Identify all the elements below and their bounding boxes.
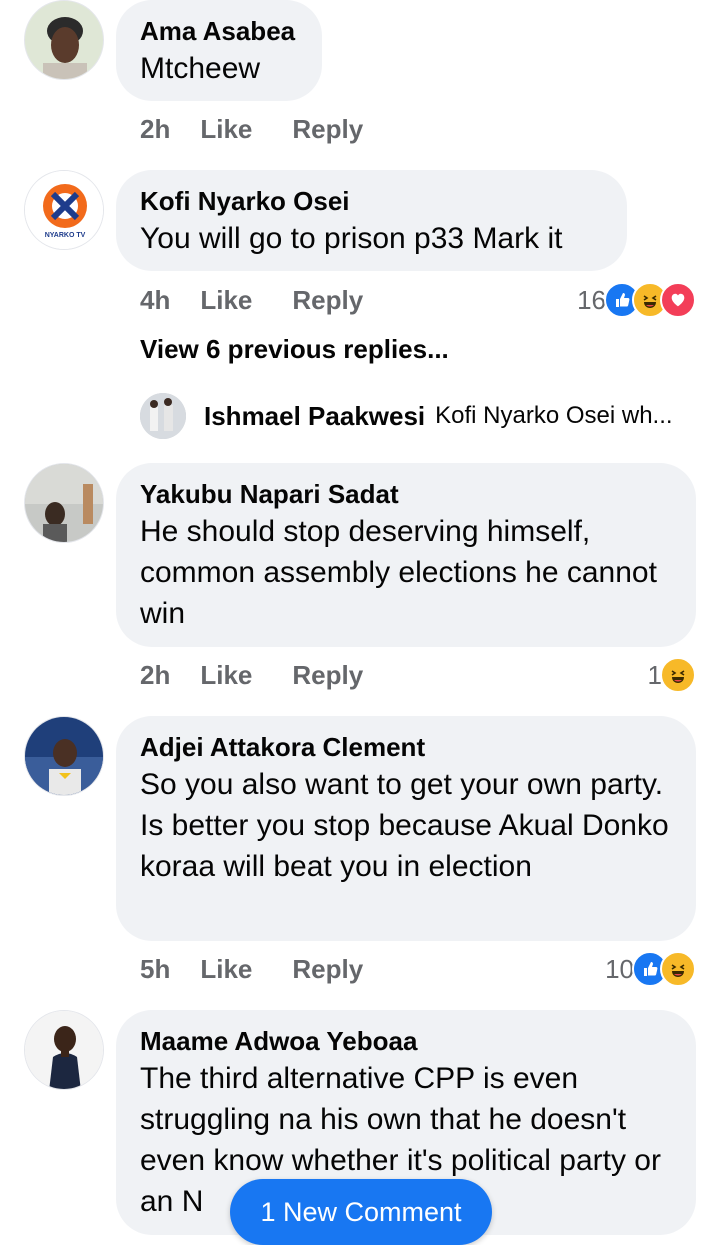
reply-button[interactable]: Reply (292, 285, 363, 316)
avatar[interactable] (24, 716, 104, 796)
comment-actions: 2h Like Reply (140, 655, 403, 695)
reaction-count: 16 (577, 284, 606, 315)
avatar[interactable] (140, 393, 186, 439)
like-button[interactable]: Like (200, 285, 252, 316)
new-comment-button[interactable]: 1 New Comment (230, 1179, 492, 1245)
comment-text: You will go to prison p33 Mark it (140, 222, 563, 255)
comment-bubble: Kofi Nyarko Osei You will go to prison p… (116, 170, 627, 271)
reaction-count: 10 (605, 953, 634, 984)
comment-author[interactable]: Adjei Attakora Clement (140, 730, 672, 764)
comment-author[interactable]: Maame Adwoa Yeboaa (140, 1024, 672, 1058)
comment-actions: 4h Like Reply (140, 280, 403, 320)
comment-text: So you also want to get your own party. … (140, 768, 669, 883)
comment-time[interactable]: 5h (140, 954, 170, 985)
reaction-summary[interactable]: 16 (577, 280, 696, 320)
comment-author[interactable]: Kofi Nyarko Osei (140, 184, 603, 218)
avatar[interactable] (24, 463, 104, 543)
like-button[interactable]: Like (200, 954, 252, 985)
comment-time[interactable]: 2h (140, 660, 170, 691)
avatar[interactable]: NYARKO TV (24, 170, 104, 250)
comment-bubble: Adjei Attakora Clement So you also want … (116, 716, 696, 941)
comment-text: He should stop deserving himself, common… (140, 515, 657, 630)
comment-actions: 2h Like Reply (140, 109, 403, 149)
reply-button[interactable]: Reply (292, 114, 363, 145)
avatar-logo-text: NYARKO TV (45, 232, 86, 239)
reaction-summary[interactable]: 1 (648, 655, 696, 695)
reaction-summary[interactable]: 10 (605, 949, 696, 989)
comment-bubble: Ama Asabea Mtcheew (116, 0, 322, 101)
comment-bubble: Yakubu Napari Sadat He should stop deser… (116, 463, 696, 647)
haha-icon (660, 657, 696, 693)
comment-time[interactable]: 2h (140, 114, 170, 145)
love-icon (660, 282, 696, 318)
like-button[interactable]: Like (200, 660, 252, 691)
reply-text: Kofi Nyarko Osei wh... (435, 402, 673, 429)
reply-button[interactable]: Reply (292, 954, 363, 985)
like-button[interactable]: Like (200, 114, 252, 145)
comment-author[interactable]: Yakubu Napari Sadat (140, 477, 672, 511)
haha-icon (660, 951, 696, 987)
reply-button[interactable]: Reply (292, 660, 363, 691)
comment-actions: 5h Like Reply (140, 949, 403, 989)
comment-author[interactable]: Ama Asabea (140, 14, 298, 48)
comment-time[interactable]: 4h (140, 285, 170, 316)
reply-author[interactable]: Ishmael Paakwesi (204, 401, 425, 432)
avatar[interactable] (24, 1010, 104, 1090)
view-previous-replies-link[interactable]: View 6 previous replies... (140, 334, 449, 365)
reply-preview[interactable]: Ishmael Paakwesi Kofi Nyarko Osei wh... (140, 392, 673, 440)
avatar[interactable] (24, 0, 104, 80)
comment-text: Mtcheew (140, 52, 261, 85)
